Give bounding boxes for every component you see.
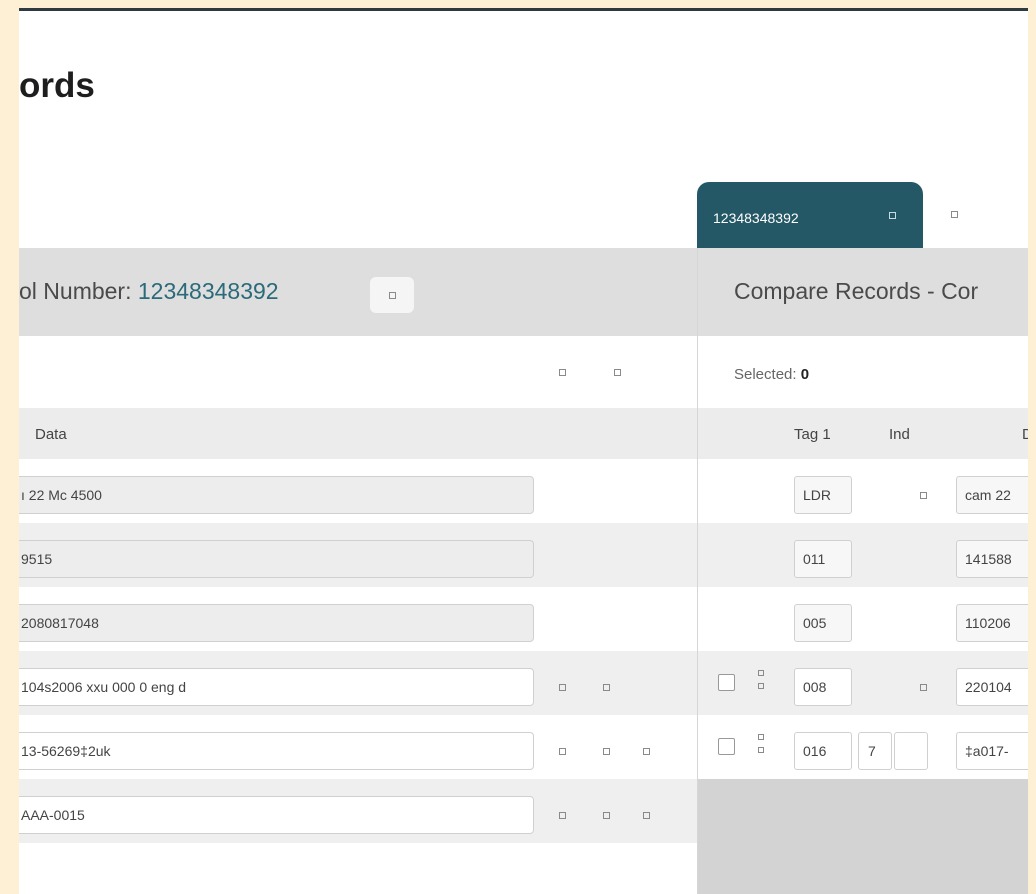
select-checkbox[interactable] [718,738,735,755]
table-row: 008 220104 [698,651,1028,715]
app-frame: ords 12348348392 ol Number: 12348348392 … [19,8,1028,894]
delete-icon[interactable] [643,812,650,819]
data-field[interactable]: ‡a017- [956,732,1028,770]
right-toolbar: Selected: 0 [698,336,1028,408]
data-field[interactable]: 2080817048 [19,604,534,642]
data-field[interactable]: 110206 [956,604,1028,642]
selected-number: 0 [800,366,810,383]
tag-field[interactable]: 016 [794,732,852,770]
record-number-heading: ol Number: 12348348392 [19,278,279,305]
tab-record-12348348392[interactable]: 12348348392 [697,182,923,248]
indicator-icon [920,684,927,691]
data-field[interactable]: 141588 [956,540,1028,578]
indicator-1-field[interactable]: 7 [858,732,892,770]
arrow-up-icon[interactable] [758,670,764,676]
column-header-data: D [1022,426,1028,443]
table-row: 2080817048 [19,587,697,651]
data-field[interactable]: cam 22 [956,476,1028,514]
column-header-data: Data [35,426,67,443]
data-field[interactable]: AAA-0015 [19,796,534,834]
move-handle[interactable] [758,670,764,689]
indicator-icon [920,492,927,499]
add-icon[interactable] [559,748,566,755]
selected-count: Selected: 0 [734,366,809,383]
tag-field[interactable]: LDR [794,476,852,514]
column-header-tag: Tag 1 [794,426,831,443]
table-row: LDR cam 22 [698,459,1028,523]
copy-icon [388,291,396,299]
data-field[interactable]: ı 22 Mc 4500 [19,476,534,514]
tab-label: 12348348392 [713,210,799,226]
expand-icon[interactable] [559,369,566,376]
table-row: AAA-0015 [19,779,697,843]
selected-label: Selected: [734,366,797,383]
data-field[interactable]: 9515 [19,540,534,578]
table-row: 104s2006 xxu 000 0 eng d [19,651,697,715]
collapse-icon[interactable] [614,369,621,376]
table-row: 005 110206 [698,587,1028,651]
left-toolbar [19,336,697,408]
left-panel-header: ol Number: 12348348392 [19,248,697,336]
compare-records-title: Compare Records - Cor [734,278,979,304]
delete-icon[interactable] [643,748,650,755]
table-row: 016 7 ‡a017- [698,715,1028,779]
left-column-header: Data [19,408,697,459]
indicator-2-field[interactable] [894,732,928,770]
tag-field[interactable]: 011 [794,540,852,578]
right-panel-header: Compare Records - Cor [698,248,1028,336]
right-column-header: Tag 1 Ind D [698,408,1028,459]
copy-button[interactable] [370,277,414,313]
column-header-ind: Ind [889,426,910,443]
arrow-up-icon[interactable] [758,734,764,740]
add-tab-icon[interactable] [951,211,958,218]
record-panel-left: ol Number: 12348348392 Data ı 22 Mc 4500… [19,248,697,894]
close-icon[interactable] [889,212,896,219]
delete-icon[interactable] [603,684,610,691]
move-handle[interactable] [758,734,764,753]
add-icon[interactable] [559,812,566,819]
tag-field[interactable]: 005 [794,604,852,642]
edit-icon[interactable] [603,812,610,819]
table-row: 011 141588 [698,523,1028,587]
data-field[interactable]: 13-56269‡2uk [19,732,534,770]
edit-icon[interactable] [559,684,566,691]
tag-field[interactable]: 008 [794,668,852,706]
page-title: ords [19,66,95,105]
data-field[interactable]: 104s2006 xxu 000 0 eng d [19,668,534,706]
record-number-label: ol Number: [19,278,138,304]
data-field[interactable]: 220104 [956,668,1028,706]
arrow-down-icon[interactable] [758,683,764,689]
table-row: 9515 [19,523,697,587]
table-row: ı 22 Mc 4500 [19,459,697,523]
top-border [19,8,1028,11]
compare-records-panel: Compare Records - Cor Selected: 0 Tag 1 … [697,248,1028,894]
select-checkbox[interactable] [718,674,735,691]
table-row: 13-56269‡2uk [19,715,697,779]
empty-area [698,779,1028,894]
edit-icon[interactable] [603,748,610,755]
record-number-link[interactable]: 12348348392 [138,278,279,304]
arrow-down-icon[interactable] [758,747,764,753]
